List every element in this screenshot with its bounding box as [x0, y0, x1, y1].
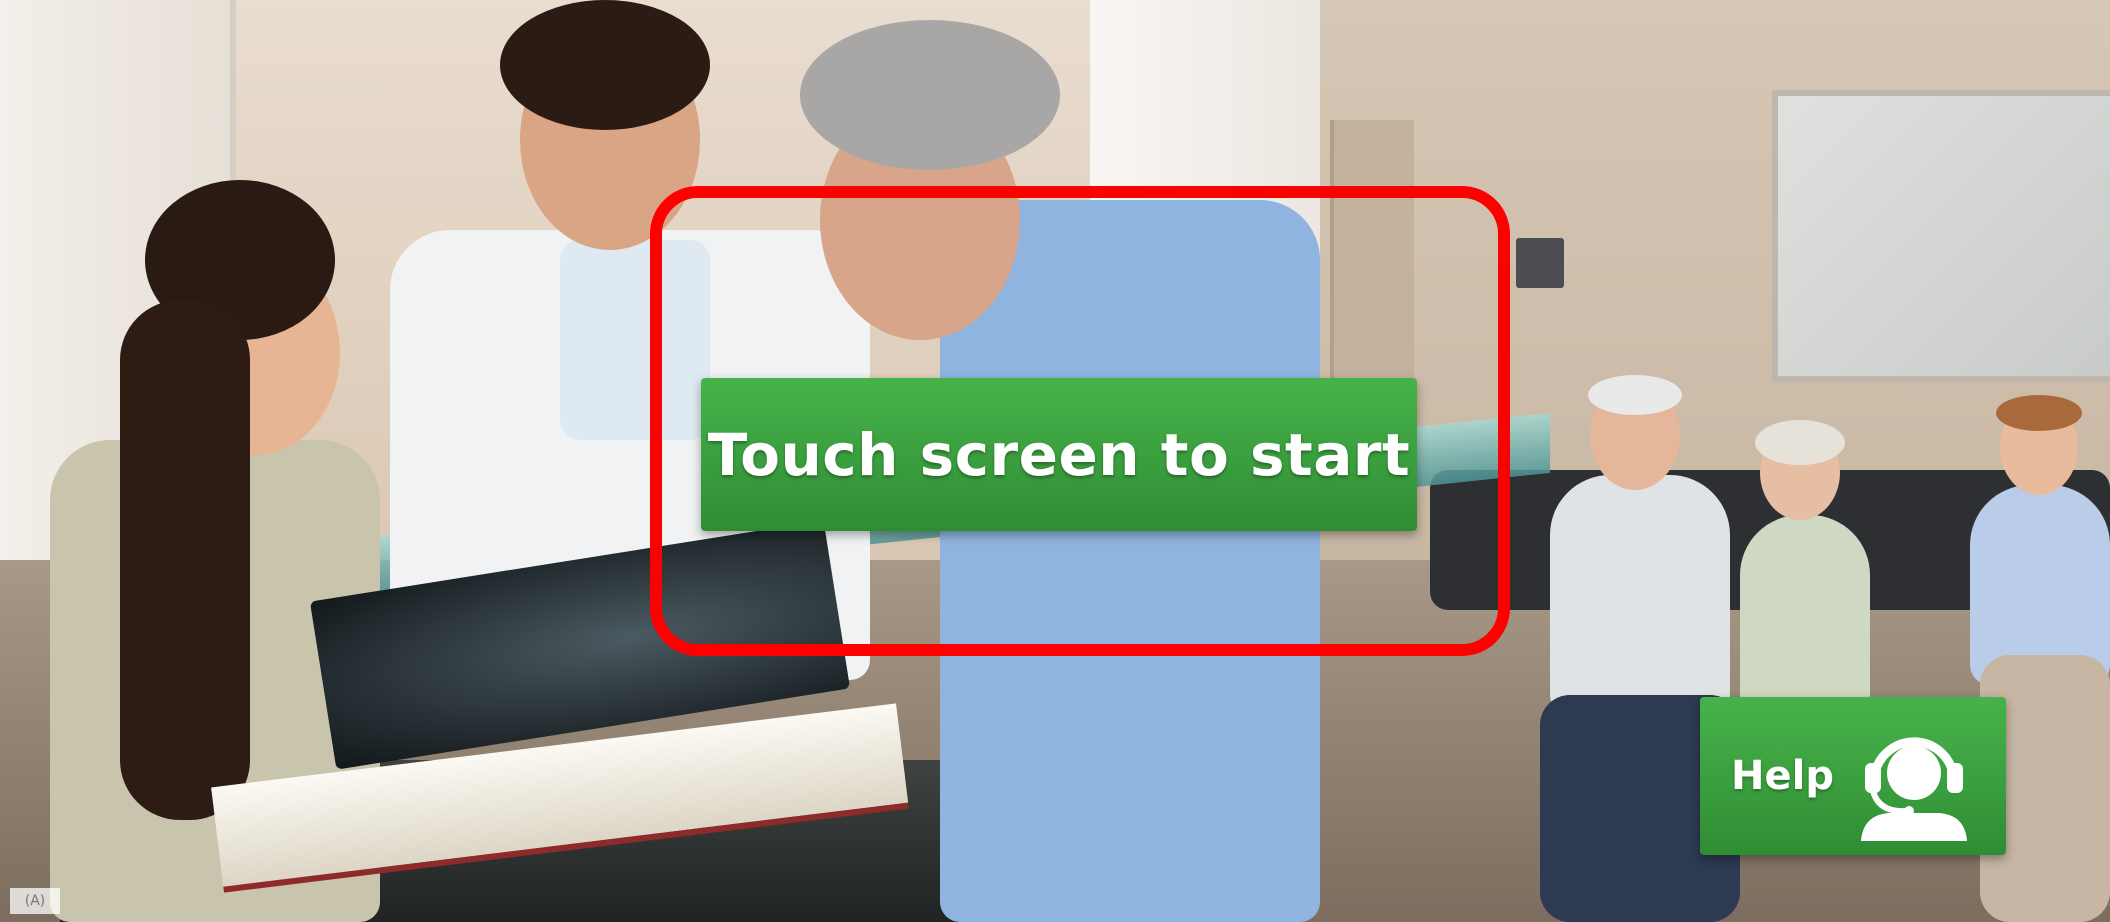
help-button-label: Help: [1731, 753, 1834, 799]
headset-support-icon: [1861, 737, 1967, 841]
start-button-label: Touch screen to start: [707, 420, 1411, 489]
kiosk-start-screen[interactable]: (A) Touch screen to start Help: [0, 0, 2110, 922]
whiteboard: [1772, 90, 2110, 382]
help-button[interactable]: Help: [1700, 697, 2006, 855]
watermark-label: (A): [10, 888, 60, 914]
touch-to-start-button[interactable]: Touch screen to start: [701, 378, 1417, 531]
wall-switch: [1516, 238, 1564, 288]
